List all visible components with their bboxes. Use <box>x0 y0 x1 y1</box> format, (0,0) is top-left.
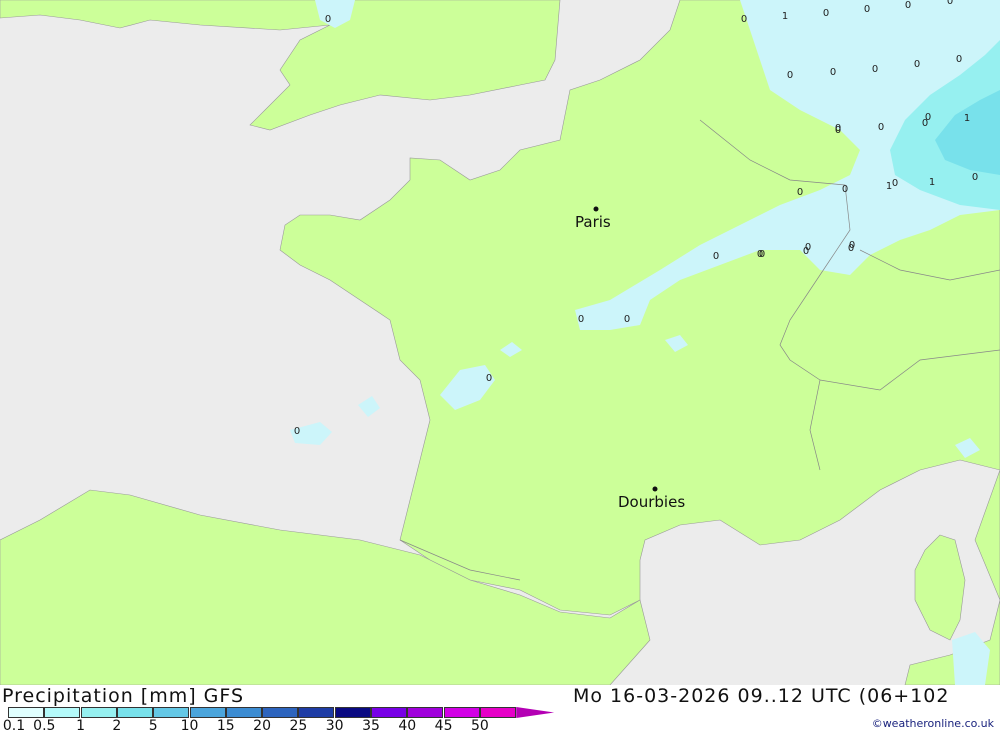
legend-tick-label: 0.5 <box>33 718 56 734</box>
legend-swatch <box>334 707 371 718</box>
city-marker-paris <box>593 206 599 212</box>
legend-swatch <box>298 707 335 718</box>
grid-value-label: 0 <box>757 249 763 260</box>
legend-tick-label: 20 <box>253 718 272 734</box>
grid-value-label: 0 <box>842 184 848 195</box>
legend-tick-label: 10 <box>180 718 199 734</box>
grid-value-label: 0 <box>624 314 630 325</box>
legend-swatch <box>407 707 444 718</box>
grid-value-label: 0 <box>947 0 953 7</box>
grid-value-label: 0 <box>787 70 793 81</box>
grid-value-label: 1 <box>929 177 935 188</box>
grid-value-label: 0 <box>972 172 978 183</box>
grid-value-label: 0 <box>823 8 829 19</box>
legend-swatch <box>479 707 516 718</box>
grid-value-label: 0 <box>486 373 492 384</box>
legend-tick-label: 45 <box>434 718 453 734</box>
grid-value-label: 0 <box>956 54 962 65</box>
legend-tick-label: 40 <box>398 718 417 734</box>
grid-value-label: 0 <box>325 14 331 25</box>
grid-value-label: 0 <box>892 178 898 189</box>
legend-tick-label: 35 <box>362 718 380 734</box>
legend-tick-label: 15 <box>216 718 235 734</box>
grid-value-label: 0 <box>741 14 747 25</box>
grid-value-label: 0 <box>905 0 911 11</box>
grid-value-label: 0 <box>864 4 870 15</box>
legend-tick-label: 50 <box>470 718 489 734</box>
legend-tick-label: 25 <box>289 718 308 734</box>
grid-value-label: 0 <box>797 187 803 198</box>
grid-value-label: 0 <box>872 64 878 75</box>
legend-tick-label: 2 <box>112 718 122 734</box>
grid-value-label: 0 <box>878 122 884 133</box>
legend-swatch <box>371 707 407 718</box>
legend-swatch <box>189 707 226 718</box>
legend-swatch <box>80 707 117 718</box>
grid-value-label: 0 <box>578 314 584 325</box>
legend-swatch <box>116 707 153 718</box>
grid-value-label: 0 <box>835 123 841 134</box>
legend-panel: Precipitation [mm] GFS Mo 16-03-2026 09.… <box>0 685 1000 733</box>
credit-link[interactable]: ©weatheronline.co.uk <box>872 717 994 730</box>
city-label-paris: Paris <box>575 213 611 231</box>
map-timestamp: Mo 16-03-2026 09..12 UTC (06+102 <box>573 685 950 707</box>
legend-tick-label: 30 <box>325 718 344 734</box>
legend-swatch <box>153 707 190 718</box>
city-marker-dourbies <box>652 486 658 492</box>
grid-value-label: 0 <box>914 59 920 70</box>
grid-value-label: 0 <box>294 426 300 437</box>
grid-value-label: 1 <box>964 113 970 124</box>
legend-swatch <box>44 707 81 718</box>
legend-tick-label: 0.1 <box>2 718 26 734</box>
grid-value-label: 1 <box>782 11 788 22</box>
grid-value-label: 0 <box>830 67 836 78</box>
legend-tick-label: 5 <box>148 718 158 734</box>
grid-value-label: 0 <box>925 112 931 123</box>
legend-swatch <box>443 707 480 718</box>
grid-value-label: 0 <box>849 240 855 251</box>
precipitation-map: Paris Dourbies 0 0 1 0 0 0 00 0 0 0 00 0 0 10 0 1 1 00 0 0 0… <box>0 0 1000 685</box>
legend-tick-label: 1 <box>76 718 86 734</box>
legend-swatch <box>8 707 44 718</box>
map-title: Precipitation [mm] GFS <box>2 685 245 707</box>
grid-value-label: 0 <box>713 251 719 262</box>
legend-swatch <box>225 707 262 718</box>
grid-value-label: 0 <box>805 242 811 253</box>
legend-swatch <box>262 707 299 718</box>
city-label-dourbies: Dourbies <box>618 493 685 511</box>
legend-swatch <box>516 707 555 718</box>
